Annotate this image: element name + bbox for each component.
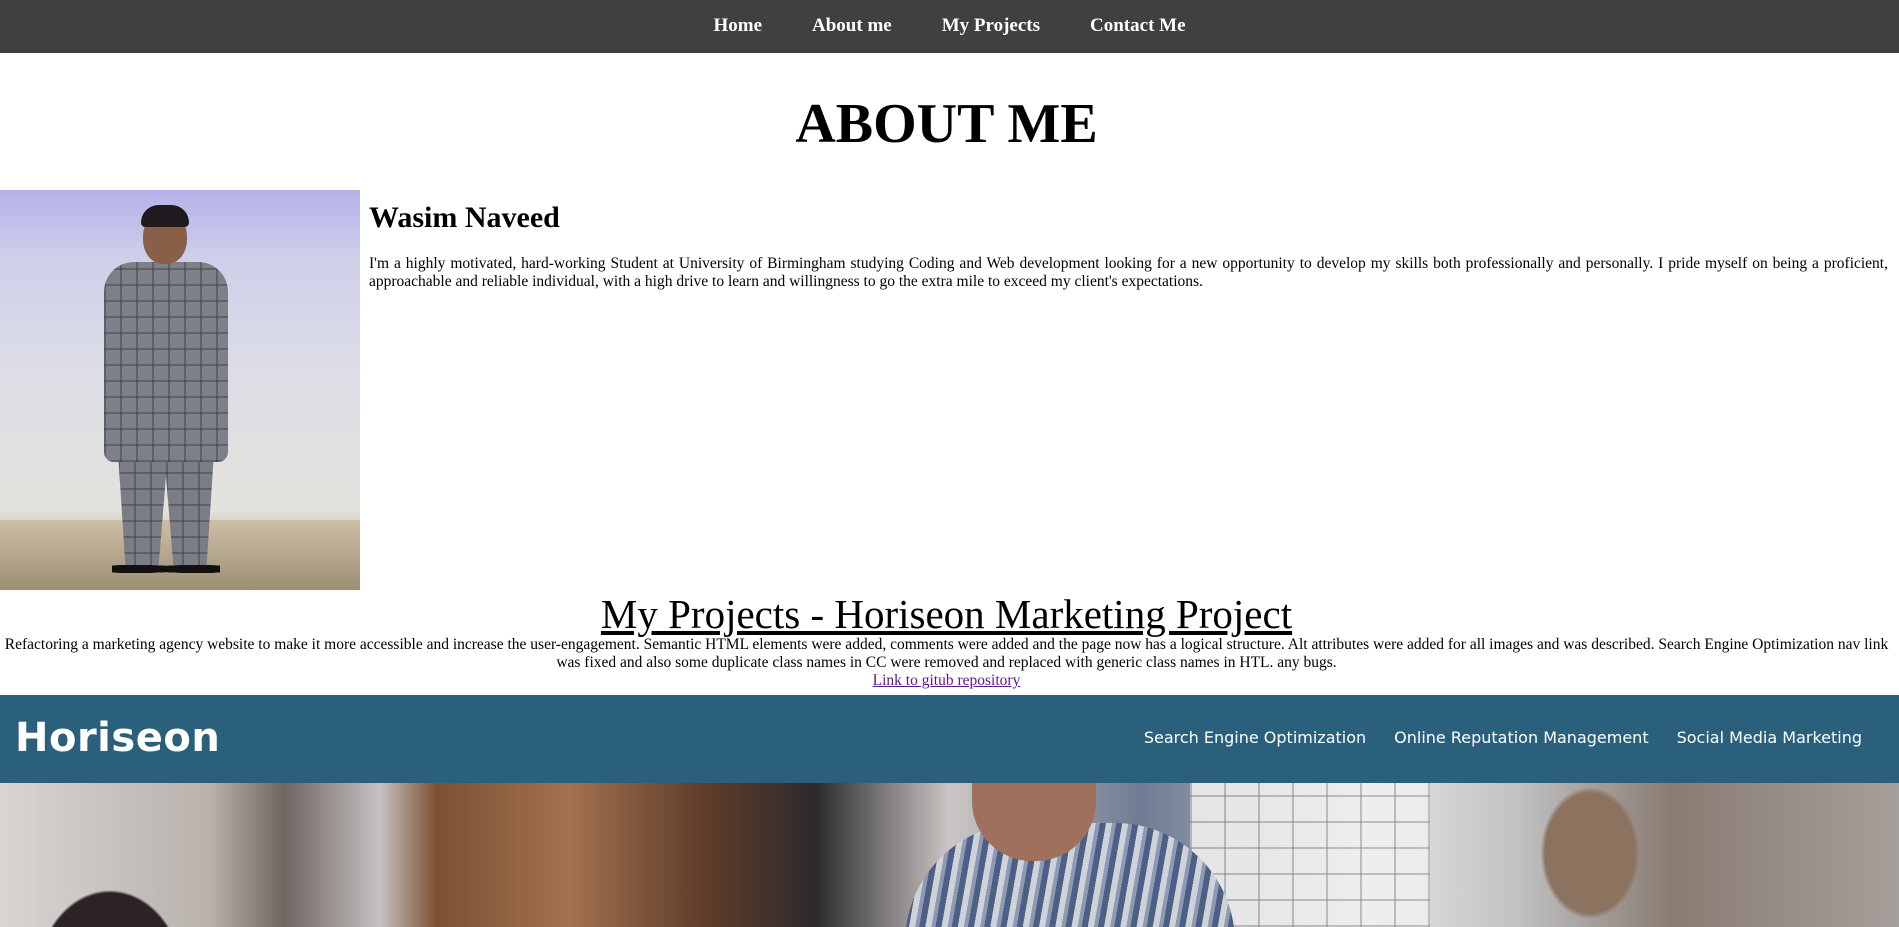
nav-projects-link[interactable]: My Projects: [942, 15, 1040, 37]
about-bio: I'm a highly motivated, hard-working Stu…: [369, 255, 1888, 290]
horiseon-hero-image: [0, 783, 1899, 927]
horiseon-logo: Horiseon: [15, 715, 221, 761]
nav-contact-link[interactable]: Contact Me: [1090, 15, 1186, 37]
horiseon-nav-smm: Social Media Marketing: [1676, 728, 1862, 747]
profile-photo: [0, 190, 360, 590]
nav-home-link[interactable]: Home: [713, 15, 762, 37]
photo-person-hair: [141, 205, 189, 227]
horiseon-header: Horiseon Search Engine Optimization Onli…: [0, 695, 1899, 783]
project-screenshot[interactable]: Horiseon Search Engine Optimization Onli…: [0, 695, 1899, 927]
about-name: Wasim Naveed: [369, 201, 560, 234]
top-navigation: Home About me My Projects Contact Me: [0, 0, 1899, 53]
project-title-link[interactable]: My Projects - Horiseon Marketing Project: [0, 590, 1893, 638]
about-title: ABOUT ME: [795, 93, 1098, 155]
horiseon-nav-seo: Search Engine Optimization: [1143, 728, 1367, 747]
photo-person-suit: [104, 262, 228, 462]
photo-person-shoes: [112, 562, 220, 576]
horiseon-nav-orm: Online Reputation Management: [1394, 728, 1649, 747]
nav-about-link[interactable]: About me: [812, 15, 892, 37]
repo-link[interactable]: Link to gitub repository: [873, 672, 1021, 689]
project-description: Refactoring a marketing agency website t…: [4, 636, 1889, 671]
horiseon-nav: Search Engine Optimization Online Reputa…: [1144, 727, 1862, 749]
repo-link-container: Link to gitub repository: [0, 672, 1893, 690]
